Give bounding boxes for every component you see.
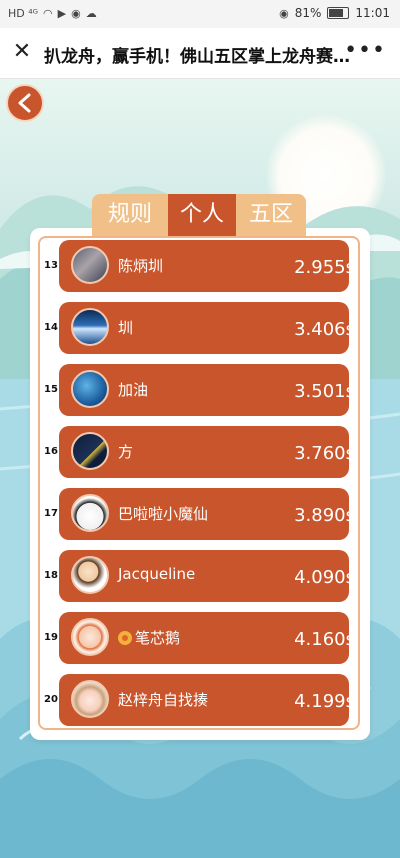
rank-number: 18 [44,570,58,581]
avatar [71,308,109,346]
battery-percent: 81% [294,6,322,20]
avatar [71,494,109,532]
leaderboard-row: 14 圳 3.406s [38,302,362,354]
leaderboard-row: 16 方 3.760s [38,426,362,478]
player-name: 方 [118,443,134,461]
leaderboard-row: 19 笔芯鹅 4.160s [38,612,362,664]
title-bar: ✕ 扒龙舟，赢手机！佛山五区掌上龙舟赛开... ••• [0,28,400,79]
player-name-text: 笔芯鹅 [135,629,181,647]
status-right: ◉ 81% 11:01 [279,6,390,20]
player-time: 3.760s [294,443,355,464]
avatar [71,246,109,284]
rank-number: 14 [44,322,58,333]
tab-personal[interactable]: 个人 [168,194,236,236]
leaderboard-tabs: 规则 个人 五区 [92,194,306,236]
back-button[interactable] [6,84,44,122]
eye-icon: ◉ [279,6,289,20]
player-name: 圳 [118,319,134,337]
rank-number: 13 [44,260,58,271]
player-time: 2.955s [294,257,355,278]
player-name: 赵梓舟自找揍 [118,691,209,709]
player-name: Jacqueline [118,565,196,583]
tab-rules[interactable]: 规则 [92,194,168,236]
wifi-icon: ◠ [43,7,53,20]
rank-number: 15 [44,384,58,395]
player-time: 3.890s [294,505,355,526]
clock: 11:01 [355,6,390,20]
battery-icon [327,7,350,19]
status-bar: HD ⁴ᴳ ◠ ▶ ◉ ☁ ◉ 81% 11:01 [0,0,400,28]
avatar [71,370,109,408]
avatar [71,432,109,470]
player-name: 巴啦啦小魔仙 [118,505,209,523]
more-icon[interactable]: ••• [344,38,386,63]
tab-five-districts[interactable]: 五区 [236,194,306,236]
chevron-left-icon [18,93,31,113]
leaderboard-row: 13 陈炳圳 2.955s [38,240,362,292]
player-time: 4.160s [294,629,355,650]
leaderboard-row: 20 赵梓舟自找揍 4.199s [38,674,362,726]
player-name: 加油 [118,381,149,399]
player-time: 4.199s [294,691,355,712]
page-title: 扒龙舟，赢手机！佛山五区掌上龙舟赛开... [44,47,354,67]
avatar [71,618,109,656]
wechat-icon: ◉ [71,7,81,20]
player-name: 笔芯鹅 [118,627,180,648]
leaderboard-row: 18 Jacqueline 4.090s [38,550,362,602]
status-left: HD ⁴ᴳ ◠ ▶ ◉ ☁ [8,7,97,20]
leaderboard-row: 15 加油 3.501s [38,364,362,416]
video-icon: ▶ [57,7,67,20]
leaderboard-row: 17 巴啦啦小魔仙 3.890s [38,488,362,540]
rank-number: 17 [44,508,58,519]
player-time: 3.406s [294,319,355,340]
network-indicator: HD ⁴ᴳ [8,7,39,20]
close-icon[interactable]: ✕ [10,40,34,64]
player-time: 3.501s [294,381,355,402]
avatar [71,556,109,594]
player-name: 陈炳圳 [118,257,164,275]
cloud-icon: ☁ [85,7,97,20]
player-time: 4.090s [294,567,355,588]
rank-number: 16 [44,446,58,457]
rank-number: 19 [44,632,58,643]
sun-badge-icon [118,631,132,645]
rank-number: 20 [44,694,58,705]
avatar [71,680,109,718]
leaderboard-panel: 13 陈炳圳 2.955s 14 圳 3.406s 15 加油 3.501s 1… [30,228,370,740]
